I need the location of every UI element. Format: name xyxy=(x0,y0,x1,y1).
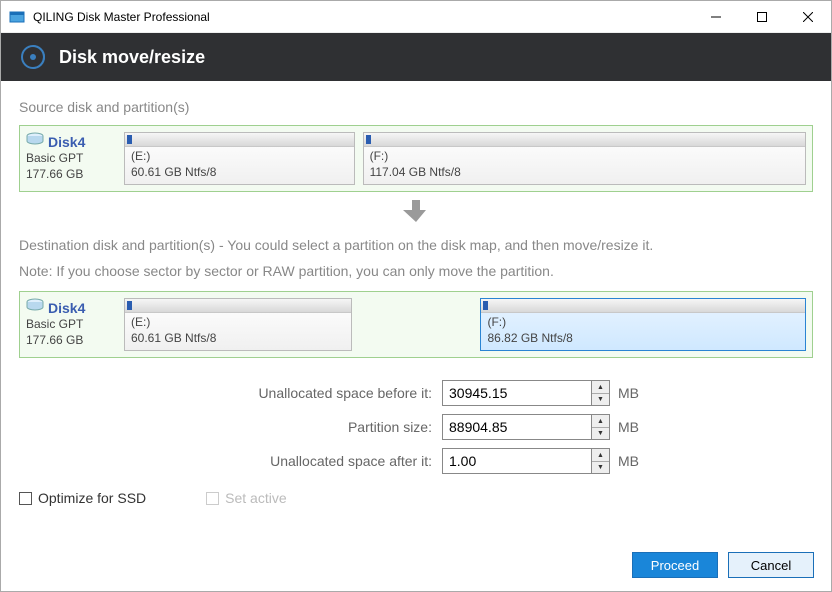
proceed-button[interactable]: Proceed xyxy=(632,552,718,578)
size-input[interactable] xyxy=(442,414,592,440)
set-active-checkbox: Set active xyxy=(206,490,286,506)
source-partition-e[interactable]: (E:) 60.61 GB Ntfs/8 xyxy=(124,132,355,185)
spin-up-icon[interactable]: ▲ xyxy=(592,381,609,394)
after-label: Unallocated space after it: xyxy=(142,453,442,469)
partition-letter: (E:) xyxy=(131,149,348,165)
section-header: Disk move/resize xyxy=(1,33,831,81)
minimize-button[interactable] xyxy=(693,1,739,33)
dest-note: Note: If you choose sector by sector or … xyxy=(19,263,813,279)
spin-down-icon[interactable]: ▼ xyxy=(592,462,609,474)
partition-desc: 86.82 GB Ntfs/8 xyxy=(487,331,799,347)
footer: Proceed Cancel xyxy=(0,542,832,592)
before-input[interactable] xyxy=(442,380,592,406)
partition-letter: (F:) xyxy=(370,149,799,165)
dest-label: Destination disk and partition(s) - You … xyxy=(19,237,813,253)
before-spinner[interactable]: ▲▼ xyxy=(592,380,610,406)
source-disk-name: Disk4 xyxy=(48,134,85,150)
dest-disk-type: Basic GPT xyxy=(26,317,116,333)
source-disk-size: 177.66 GB xyxy=(26,167,116,183)
section-title: Disk move/resize xyxy=(59,47,205,68)
source-label: Source disk and partition(s) xyxy=(19,99,813,115)
unit-label: MB xyxy=(610,419,690,435)
after-spinner[interactable]: ▲▼ xyxy=(592,448,610,474)
partition-letter: (F:) xyxy=(487,315,799,331)
size-label: Partition size: xyxy=(142,419,442,435)
dest-partition-f[interactable]: (F:) 86.82 GB Ntfs/8 xyxy=(480,298,806,351)
optimize-ssd-label: Optimize for SSD xyxy=(38,490,146,506)
optimize-ssd-checkbox[interactable]: Optimize for SSD xyxy=(19,490,146,506)
unallocated-gap[interactable] xyxy=(360,298,473,351)
set-active-label: Set active xyxy=(225,490,286,506)
disk-icon xyxy=(26,132,44,151)
close-button[interactable] xyxy=(785,1,831,33)
spin-down-icon[interactable]: ▼ xyxy=(592,428,609,440)
unit-label: MB xyxy=(610,385,690,401)
source-disk-box: Disk4 Basic GPT 177.66 GB (E:) 60.61 GB … xyxy=(19,125,813,192)
spin-up-icon[interactable]: ▲ xyxy=(592,415,609,428)
dest-disk-name: Disk4 xyxy=(48,300,85,316)
partition-desc: 117.04 GB Ntfs/8 xyxy=(370,165,799,181)
partition-desc: 60.61 GB Ntfs/8 xyxy=(131,331,345,347)
before-label: Unallocated space before it: xyxy=(142,385,442,401)
cancel-button[interactable]: Cancel xyxy=(728,552,814,578)
maximize-button[interactable] xyxy=(739,1,785,33)
logo-icon xyxy=(19,43,47,71)
partition-letter: (E:) xyxy=(131,315,345,331)
app-icon xyxy=(9,9,25,25)
spin-down-icon[interactable]: ▼ xyxy=(592,394,609,406)
source-disk-type: Basic GPT xyxy=(26,151,116,167)
dest-disk-box: Disk4 Basic GPT 177.66 GB (E:) 60.61 GB … xyxy=(19,291,813,358)
source-disk-info: Disk4 Basic GPT 177.66 GB xyxy=(26,132,116,185)
dest-disk-info: Disk4 Basic GPT 177.66 GB xyxy=(26,298,116,351)
window-title: QILING Disk Master Professional xyxy=(33,10,693,24)
arrow-down-icon xyxy=(19,192,813,237)
dest-disk-size: 177.66 GB xyxy=(26,333,116,349)
disk-icon xyxy=(26,298,44,317)
dest-partition-e[interactable]: (E:) 60.61 GB Ntfs/8 xyxy=(124,298,352,351)
size-spinner[interactable]: ▲▼ xyxy=(592,414,610,440)
title-bar: QILING Disk Master Professional xyxy=(1,1,831,33)
after-input[interactable] xyxy=(442,448,592,474)
spin-up-icon[interactable]: ▲ xyxy=(592,449,609,462)
source-partition-f[interactable]: (F:) 117.04 GB Ntfs/8 xyxy=(363,132,806,185)
unit-label: MB xyxy=(610,453,690,469)
partition-desc: 60.61 GB Ntfs/8 xyxy=(131,165,348,181)
